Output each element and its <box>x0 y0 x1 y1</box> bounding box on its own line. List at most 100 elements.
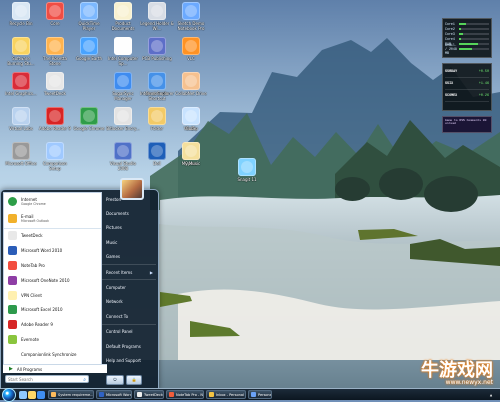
switch-windows-icon[interactable] <box>28 390 36 399</box>
stock-row[interactable]: SSRDAY +0.50 <box>445 66 489 78</box>
taskbar-button[interactable]: TweetDeck <box>134 390 164 399</box>
taskbar-button-label: System requireme... <box>58 392 94 397</box>
start-menu-right-item[interactable]: Network <box>102 295 156 309</box>
desktop-icon[interactable]: Core <box>38 2 72 40</box>
start-program-item[interactable]: Microsoft Excel 2010 <box>4 303 101 318</box>
desktop-icon[interactable]: Adobe Reader 9 <box>38 107 72 145</box>
desktop-app-icon <box>148 2 166 20</box>
desktop-icon[interactable]: VLC <box>174 37 208 75</box>
system-tray[interactable]: ▲ <box>482 390 500 399</box>
desktop-app-icon <box>80 2 98 20</box>
desktop-icon-label: SugarSync Manager <box>112 91 134 101</box>
desktop-icon[interactable]: Intel Computer Sp... <box>106 37 140 75</box>
start-menu-program-list: Internet Google Chrome E-mail Microsoft Out… <box>3 192 102 365</box>
snagit-icon <box>238 158 256 176</box>
taskbar-button[interactable]: Personal... <box>248 390 272 399</box>
desktop-icon[interactable]: Recycle Bin <box>4 2 38 40</box>
start-menu-right-item[interactable]: Help and Support <box>102 353 156 367</box>
desktop-icon[interactable]: Microsoft Office <box>4 142 38 180</box>
desktop-icon[interactable]: Intel Graphics... <box>4 72 38 110</box>
stock-gadget[interactable]: SSRDAY +0.50 SSIX +1.46 SCOMEX +0.26 <box>442 63 492 111</box>
start-program-item[interactable]: NoteTab Pro <box>4 259 101 274</box>
start-button[interactable] <box>2 387 16 402</box>
desktop-icon[interactable]: Sketch Demo Notebook Pro <box>174 2 208 40</box>
start-menu-right-item[interactable]: Control Panel <box>102 323 156 339</box>
right-item-label: Default Programs <box>106 343 141 349</box>
rss-gadget[interactable]: Game to RSS Comments 00 unread <box>442 116 492 133</box>
desktop-icon-label: Comparison Setup <box>43 161 67 171</box>
desktop-icon[interactable]: QuickTime Player <box>72 2 106 40</box>
vpn-icon <box>8 290 17 300</box>
program-name: Microsoft Word 2010 <box>21 248 63 254</box>
desktop-icon[interactable]: The Rosetta Stone <box>38 37 72 75</box>
start-menu-right-item[interactable]: Music <box>102 235 156 249</box>
start-program-item[interactable]: Internet Google Chrome <box>4 193 101 210</box>
desktop-icon[interactable]: PCB Publishing <box>140 37 174 75</box>
start-program-item[interactable]: VPN Client <box>4 288 101 303</box>
start-program-item[interactable]: Microsoft OneNote 2010 <box>4 273 101 288</box>
desktop-icon[interactable]: Google Chrome <box>72 107 106 145</box>
start-program-item[interactable]: E-mail Microsoft Outlook <box>4 210 101 227</box>
desktop-icon-label: Snagit 11 <box>237 177 257 182</box>
desktop-icon[interactable]: Visual Studio 2008 <box>106 142 140 180</box>
power-icon: ⏻ <box>113 377 117 382</box>
desktop-icon[interactable]: Virtual Labs <box>4 107 38 145</box>
desktop-icon[interactable]: Snagit 11 <box>230 158 264 196</box>
desktop-icon[interactable]: SugarSync Manager <box>106 72 140 110</box>
start-search-input[interactable]: Start Search ⌕ <box>5 375 89 383</box>
start-program-item[interactable]: TweetDeck <box>4 228 101 244</box>
desktop-icon[interactable]: Internet Explorer <box>140 72 174 110</box>
taskbar-button[interactable]: Inbox - Personal F... <box>206 390 246 399</box>
desktop-icon-label: My Music <box>181 161 201 166</box>
start-program-item[interactable]: Evernote <box>4 333 101 348</box>
desktop-icon[interactable]: Google Earth <box>72 37 106 75</box>
desktop-icon[interactable]: TweetDeck <box>38 72 72 110</box>
desktop-icon-label: Intel Computer Sp... <box>107 56 138 66</box>
desktop-icon[interactable]: Legend Holder & Wi... <box>140 2 174 40</box>
desktop-icon[interactable]: CollabNet Drive <box>174 72 208 110</box>
taskbar-button[interactable]: NoteTab Pro - N... <box>166 390 204 399</box>
program-name: VPN Client <box>21 292 42 298</box>
desktop-icon-label: Internet Explorer <box>140 91 174 96</box>
start-menu-right-item[interactable]: Games <box>102 250 156 264</box>
start-menu-right-item[interactable]: Recent Items ▶ <box>102 263 156 279</box>
start-menu-right-item[interactable]: Preston <box>102 192 156 206</box>
all-programs-button[interactable]: ▶ All Programs <box>3 364 107 373</box>
start-program-item[interactable]: Microsoft Word 2010 <box>4 244 101 259</box>
desktop-icon[interactable]: Comparison Setup <box>38 142 72 180</box>
desktop-icon[interactable]: Folder <box>140 107 174 145</box>
browser-icon[interactable] <box>37 390 45 399</box>
right-item-label: Preston <box>106 196 121 202</box>
cpu-meter-gadget[interactable]: Core1 Core2 Core3 Core4 RAM Avail. / 2048 MB <box>442 18 492 58</box>
desktop-icon[interactable]: Software Burning Stu... <box>4 37 38 75</box>
start-menu-right-item[interactable]: Connect To <box>102 309 156 323</box>
program-name: Microsoft Excel 2010 <box>21 307 63 313</box>
start-menu-right-item[interactable]: Documents <box>102 206 156 220</box>
right-item-label: Help and Support <box>106 357 141 363</box>
desktop-icon[interactable]: My Music <box>174 142 208 180</box>
start-menu-right-item[interactable]: Pictures <box>102 221 156 235</box>
taskbar-button[interactable]: Microsoft Word <box>96 390 132 399</box>
taskbar-app-icon <box>209 392 214 397</box>
desktop-icon[interactable]: Product Documents <box>106 2 140 40</box>
power-button[interactable]: ⏻ <box>106 374 124 385</box>
show-desktop-icon[interactable] <box>19 390 27 399</box>
start-menu-right-item[interactable]: Default Programs <box>102 339 156 353</box>
lock-icon: 🔒 <box>131 377 137 382</box>
program-text: Adobe Reader 9 <box>21 322 53 327</box>
start-program-item[interactable]: Companionlink Synchronize <box>4 347 101 362</box>
start-program-item[interactable]: Adobe Reader 9 <box>4 318 101 333</box>
sync-icon <box>8 349 17 359</box>
taskbar-app-icon <box>99 392 104 397</box>
stock-row[interactable]: SSIX +1.46 <box>445 78 489 90</box>
desktop-icon[interactable]: Dell <box>140 142 174 180</box>
taskbar-button[interactable]: System requireme... <box>48 390 94 399</box>
stock-row[interactable]: SCOMEX +0.26 <box>445 90 489 102</box>
desktop-icon-label: QuickTime Player <box>78 21 100 31</box>
desktop-icon[interactable]: Bitlocker Encry... <box>106 107 140 145</box>
desktop-icon[interactable]: Cube <box>174 107 208 145</box>
start-menu-right-item[interactable]: Computer <box>102 279 156 294</box>
right-item-label: Computer <box>106 285 126 291</box>
right-item-label: Recent Items <box>106 269 133 275</box>
lock-button[interactable]: 🔒 <box>126 374 142 385</box>
